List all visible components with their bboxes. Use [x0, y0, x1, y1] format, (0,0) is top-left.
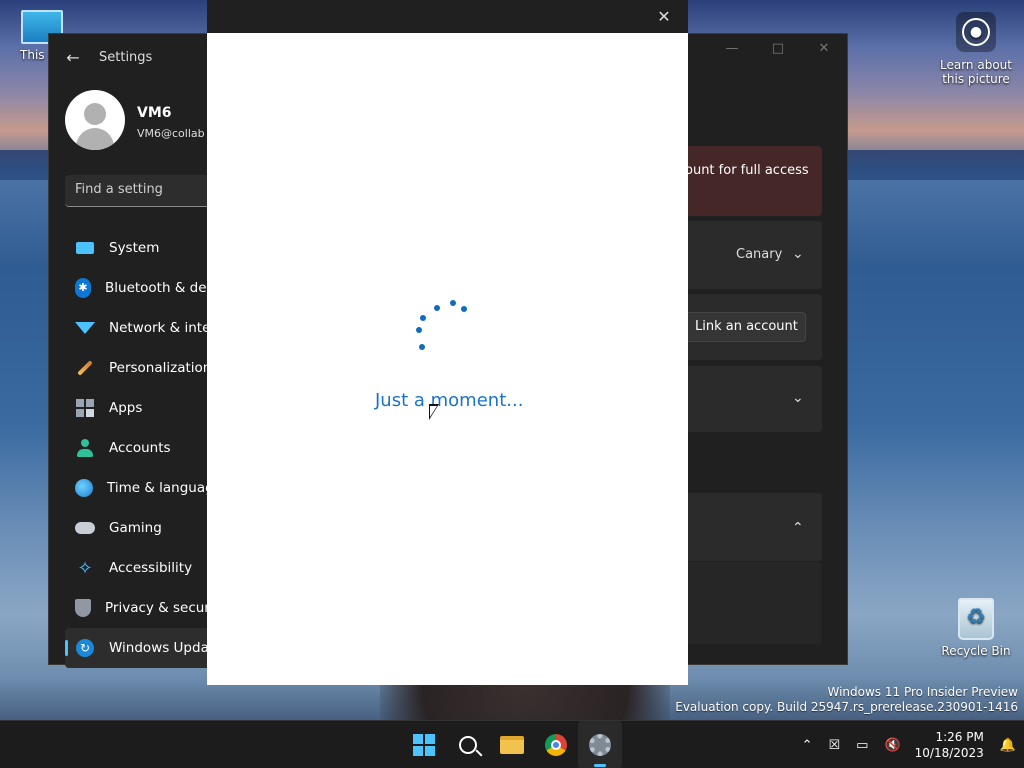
clock-date: 10/18/2023 [914, 746, 984, 760]
desktop-icon-label: Recycle Bin [941, 644, 1011, 658]
evaluation-watermark: Windows 11 Pro Insider Preview Evaluatio… [675, 685, 1018, 715]
start-button[interactable] [402, 721, 446, 768]
channel-value: Canary [736, 247, 783, 262]
sidebar-item-gaming[interactable]: Gaming [65, 508, 215, 548]
system-tray: ⌃ ☒ ▭ 🔇 1:26 PM 10/18/2023 🔔 [794, 721, 1024, 768]
loading-spinner [412, 298, 472, 354]
settings-icon [589, 734, 611, 756]
sidebar-item-label: Gaming [109, 520, 162, 536]
gamepad-icon [75, 522, 95, 534]
start-icon [413, 734, 435, 756]
loading-text: Just a moment... [375, 390, 524, 411]
display-icon[interactable]: ▭ [856, 738, 868, 753]
clock-time: 1:26 PM [935, 730, 984, 744]
recycle-bin-icon: ♻ [958, 598, 994, 640]
sidebar-item-accessibility[interactable]: ✧ Accessibility [65, 548, 215, 588]
user-email: VM6@collab [137, 127, 205, 140]
sidebar-item-label: Time & language [107, 480, 223, 496]
sidebar-item-windows-update[interactable]: ↻ Windows Update [65, 628, 225, 668]
watermark-line2: Evaluation copy. Build 25947.rs_prerelea… [675, 700, 1018, 714]
sidebar-item-apps[interactable]: Apps [65, 388, 215, 428]
update-icon: ↻ [76, 639, 94, 657]
sidebar-item-privacy[interactable]: Privacy & security [65, 588, 227, 628]
globe-clock-icon [75, 479, 93, 497]
chrome-button[interactable] [534, 721, 578, 768]
bluetooth-icon: ✱ [75, 278, 91, 298]
sidebar-item-network[interactable]: Network & internet [65, 308, 238, 348]
sidebar-item-label: Personalization [109, 360, 212, 376]
file-explorer-icon [500, 736, 524, 754]
desktop-icon-label: Learn about this picture [940, 58, 1012, 86]
wifi-icon [75, 322, 95, 334]
taskbar-search-button[interactable] [446, 721, 490, 768]
shield-icon [75, 599, 91, 617]
file-explorer-button[interactable] [490, 721, 534, 768]
app-title: Settings [99, 50, 153, 65]
sidebar-item-bluetooth[interactable]: ✱ Bluetooth & devices [65, 268, 241, 308]
back-arrow-icon[interactable]: ← [63, 48, 83, 68]
sidebar-item-label: Windows Update [109, 640, 223, 656]
dialog-titlebar: ✕ [207, 0, 688, 33]
warning-text: ount for full access [685, 163, 809, 178]
person-icon [76, 439, 94, 457]
avatar [65, 90, 125, 150]
sidebar-item-time-language[interactable]: Time & language [65, 468, 222, 508]
sidebar-item-label: Accessibility [109, 560, 193, 576]
desktop-icon-learn-about-picture[interactable]: ● Learn about this picture [940, 12, 1012, 86]
maximize-button[interactable]: □ [755, 34, 801, 66]
warning-card [684, 146, 822, 216]
learn-picture-icon: ● [956, 12, 996, 52]
sidebar-item-label: Accounts [109, 440, 171, 456]
sidebar-item-label: System [109, 240, 160, 256]
speaker-muted-icon[interactable]: 🔇 [884, 738, 900, 753]
expanded-card-body [684, 562, 822, 644]
sidebar-item-personalization[interactable]: Personalization [65, 348, 215, 388]
watermark-line1: Windows 11 Pro Insider Preview [827, 685, 1018, 699]
minimize-button[interactable]: — [709, 34, 755, 66]
sidebar-item-system[interactable]: System [65, 228, 215, 268]
apps-icon [76, 399, 94, 417]
desktop-icon-recycle-bin[interactable]: ♻ Recycle Bin [940, 598, 1012, 658]
chevron-down-icon[interactable]: ⌄ [792, 246, 804, 262]
user-name: VM6 [137, 105, 172, 121]
accessibility-icon: ✧ [77, 557, 93, 579]
chevron-down-icon[interactable]: ⌄ [792, 390, 804, 406]
chrome-icon [545, 734, 567, 756]
chevron-up-icon[interactable]: ⌃ [792, 520, 804, 536]
monitor-icon [76, 242, 94, 254]
close-button[interactable]: ✕ [801, 34, 847, 66]
settings-taskbar-button[interactable] [578, 721, 622, 768]
notification-bell-icon[interactable]: 🔔 [1000, 738, 1016, 753]
sidebar-item-label: Apps [109, 400, 143, 416]
clock[interactable]: 1:26 PM 10/18/2023 [915, 729, 984, 761]
close-icon[interactable]: ✕ [654, 7, 674, 27]
chevron-up-icon[interactable]: ⌃ [802, 738, 813, 753]
paintbrush-icon [77, 360, 93, 376]
link-account-button[interactable]: Link an account [684, 312, 806, 342]
taskbar: ⌃ ☒ ▭ 🔇 1:26 PM 10/18/2023 🔔 [0, 720, 1024, 768]
mouse-cursor-icon [429, 404, 439, 420]
search-icon [459, 736, 477, 754]
sidebar-item-accounts[interactable]: Accounts [65, 428, 215, 468]
settings-nav: System ✱ Bluetooth & devices Network & i… [65, 228, 241, 668]
network-offline-icon[interactable]: ☒ [829, 738, 841, 753]
